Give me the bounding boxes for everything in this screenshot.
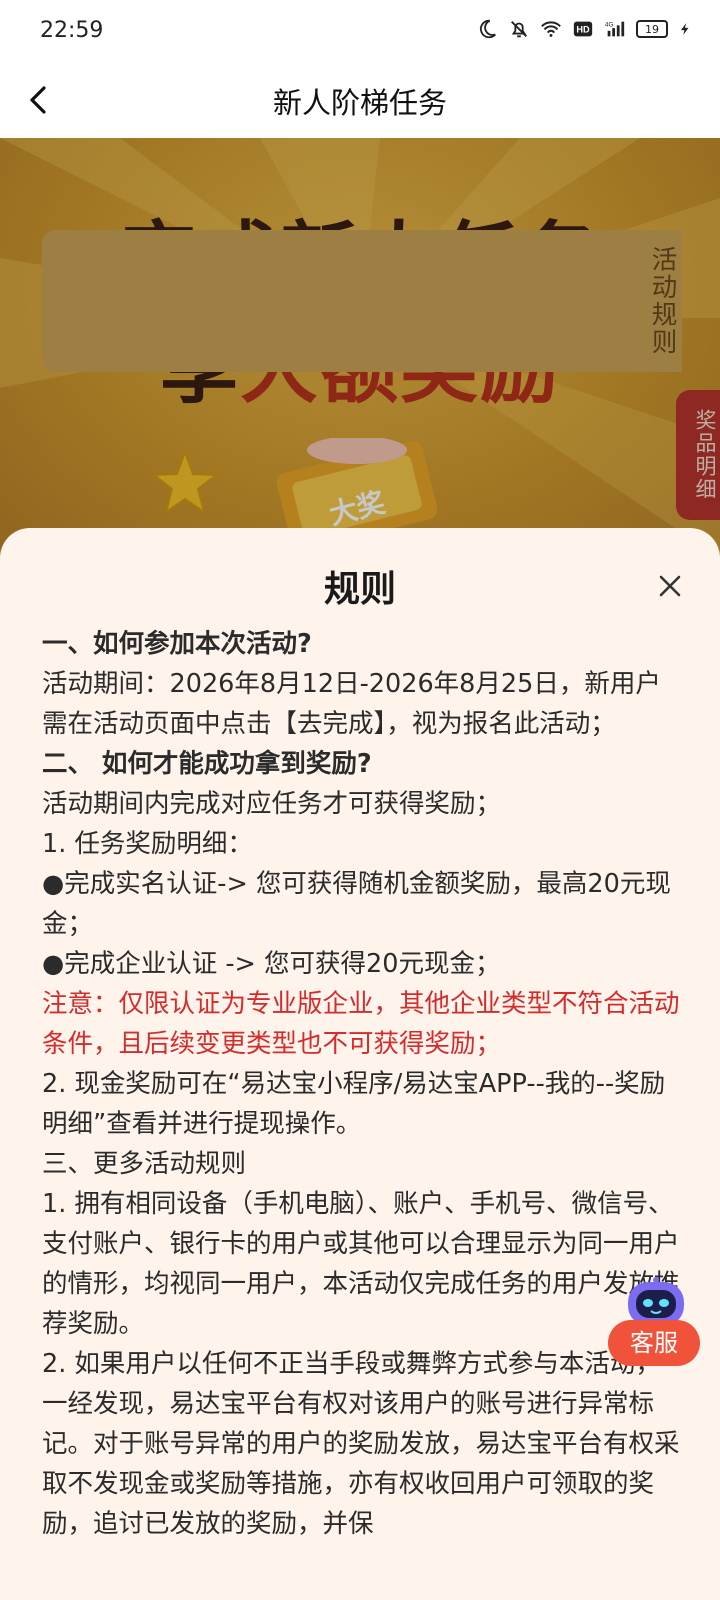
rule-paragraph: 1. 拥有相同设备（手机电脑）、账户、手机号、微信号、支付账户、银行卡的用户或其…: [42, 1189, 680, 1339]
nav-header: 新人阶梯任务: [0, 60, 720, 138]
battery-icon: 19: [636, 20, 668, 38]
rule-heading-3: 三、更多活动规则: [42, 1149, 247, 1179]
charging-icon: [680, 23, 689, 35]
rule-heading-1: 一、如何参加本次活动?: [42, 629, 312, 659]
rule-paragraph: ●完成实名认证-> 您可获得随机金额奖励，最高20元现金；: [42, 869, 671, 939]
status-bar: 22:59 HD 4G 19: [0, 0, 720, 60]
hd-icon: HD: [573, 21, 593, 37]
rule-paragraph: 2. 如果用户以任何不正当手段或舞弊方式参与本活动，一经发现，易达宝平台有权对该…: [42, 1349, 680, 1539]
customer-service-button[interactable]: 客服: [608, 1320, 700, 1366]
customer-service-float[interactable]: 客服: [606, 1276, 702, 1378]
rules-sheet: 规则 一、如何参加本次活动? 活动期间：2026年8月12日-2026年8月25…: [0, 528, 720, 1600]
rule-heading-2: 二、 如何才能成功拿到奖励?: [42, 749, 372, 779]
svg-text:HD: HD: [576, 25, 590, 35]
rule-paragraph: 活动期间内完成对应任务才可获得奖励；: [42, 789, 502, 819]
status-time: 22:59: [40, 18, 104, 43]
page-title: 新人阶梯任务: [272, 86, 447, 120]
bell-off-icon: [511, 21, 527, 38]
modal-backdrop[interactable]: [0, 138, 720, 558]
moon-icon: [479, 19, 496, 39]
wifi-icon: [541, 21, 561, 37]
svg-text:4G: 4G: [605, 21, 614, 28]
signal-icon: 4G: [605, 21, 625, 37]
rule-warning: 注意：仅限认证为专业版企业，其他企业类型不符合活动条件，且后续变更类型也不可获得…: [42, 989, 680, 1059]
rule-paragraph: 1. 任务奖励明细：: [42, 829, 253, 859]
rule-paragraph: ●完成企业认证 -> 您可获得20元现金；: [42, 949, 501, 979]
status-icons: HD 4G 19: [476, 18, 692, 40]
rule-paragraph: 活动期间：2026年8月12日-2026年8月25日，新用户需在活动页面中点击【…: [42, 669, 661, 739]
rule-paragraph: 2. 现金奖励可在“易达宝小程序/易达宝APP--我的--奖励明细”查看并进行提…: [42, 1069, 666, 1139]
close-icon[interactable]: [656, 572, 684, 600]
sheet-title: 规则: [323, 569, 396, 610]
rules-content: 一、如何参加本次活动? 活动期间：2026年8月12日-2026年8月25日，新…: [42, 624, 682, 1544]
